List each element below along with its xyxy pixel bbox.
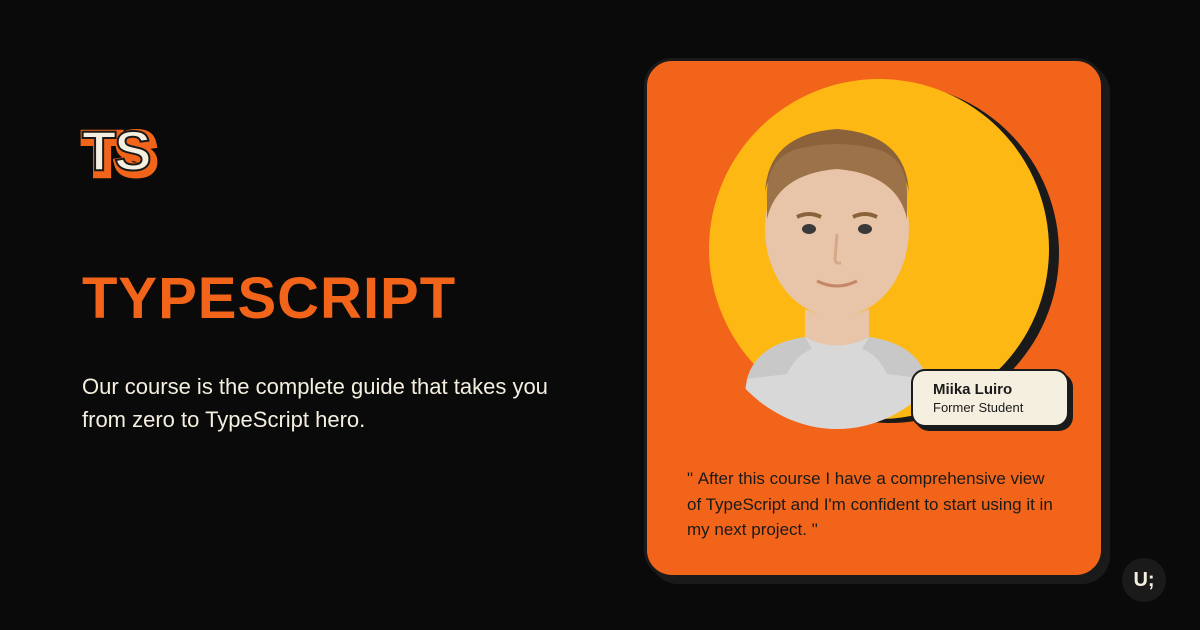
person-name: Miika Luiro — [933, 381, 1047, 398]
person-role: Former Student — [933, 400, 1047, 415]
brand-logo: U; — [1122, 558, 1166, 602]
ts-badge: TS TS — [82, 118, 150, 183]
page-title: TYPESCRIPT — [82, 265, 582, 332]
left-column: TS TS TYPESCRIPT Our course is the compl… — [82, 118, 582, 436]
badge-text: TS — [82, 119, 150, 182]
logo-text: U; — [1133, 569, 1154, 592]
subtitle: Our course is the complete guide that ta… — [82, 370, 582, 436]
name-tag: Miika Luiro Former Student — [911, 369, 1069, 427]
quote-text: After this course I have a comprehensive… — [687, 469, 1053, 539]
testimonial-card: Miika Luiro Former Student " After this … — [644, 58, 1104, 578]
testimonial-quote: " After this course I have a comprehensi… — [687, 466, 1061, 543]
